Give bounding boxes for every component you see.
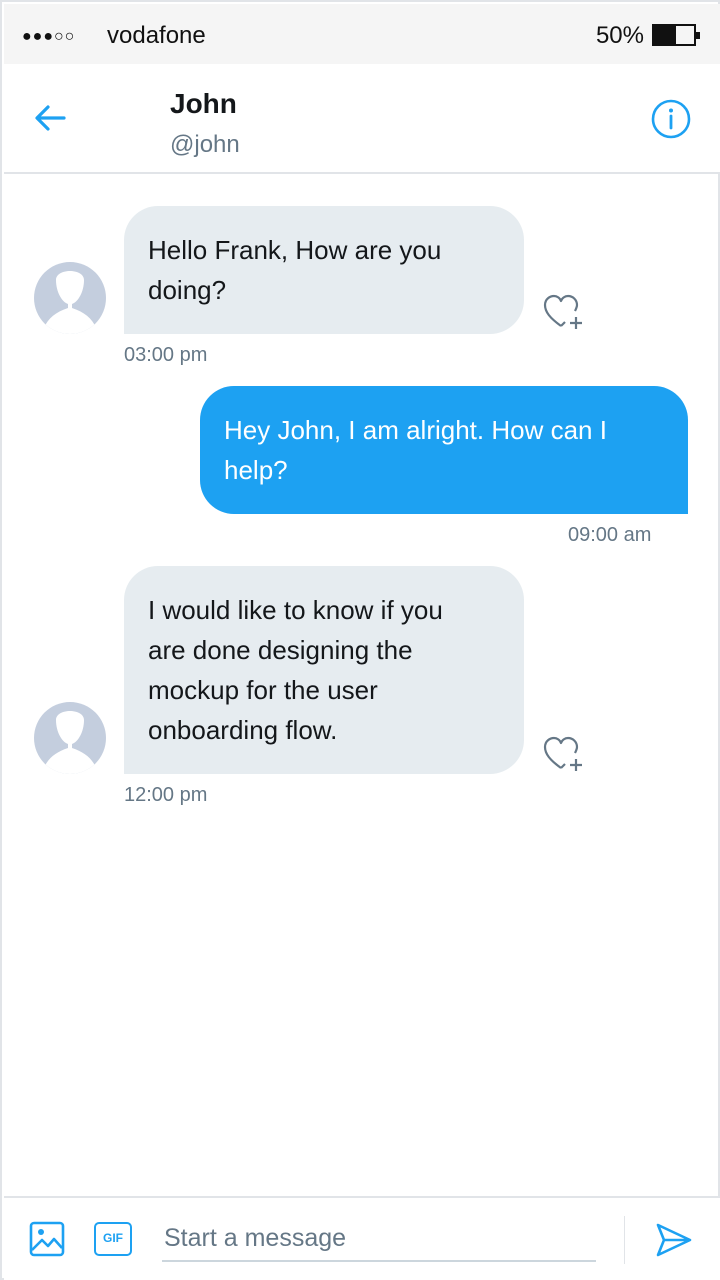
message-text-line: Hello Frank, How are you (148, 235, 442, 265)
avatar[interactable] (34, 702, 106, 774)
heart-plus-icon (543, 736, 582, 771)
message-text-line: mockup for the user (148, 675, 378, 705)
user-silhouette-icon (44, 711, 96, 774)
message-timestamp: 09:00 am (568, 524, 652, 546)
add-image-button[interactable] (28, 1220, 66, 1258)
battery-percent: 50% (595, 22, 644, 49)
signal-strength-icon: ●●●○○ (22, 24, 75, 50)
info-icon (651, 99, 691, 139)
message-input[interactable] (162, 1216, 596, 1262)
like-message-button[interactable] (542, 292, 584, 332)
contact-name: John (170, 88, 237, 119)
info-button[interactable] (650, 98, 692, 140)
incoming-message-bubble[interactable]: Hello Frank, How are you doing? (124, 206, 524, 334)
message-text-line: are done designing the (148, 635, 413, 665)
outgoing-message-bubble[interactable]: Hey John, I am alright. How can I help? (200, 386, 688, 514)
add-gif-button[interactable]: GIF (94, 1222, 132, 1256)
message-timestamp: 12:00 pm (124, 784, 208, 806)
battery-tip (696, 32, 700, 39)
phone-screen: ●●●○○ vodafone 50% John @john Hello Fran… (0, 0, 720, 1280)
composer-divider (624, 1216, 625, 1264)
back-button[interactable] (30, 98, 70, 138)
carrier-name: vodafone (107, 22, 206, 49)
user-silhouette-icon (44, 271, 96, 334)
arrow-left-icon (35, 105, 66, 131)
image-icon (29, 1221, 65, 1257)
message-text-line: help? (224, 455, 288, 485)
like-message-button[interactable] (542, 734, 584, 774)
battery-icon (652, 24, 700, 46)
message-text-line: onboarding flow. (148, 715, 338, 745)
send-button[interactable] (654, 1220, 694, 1260)
contact-handle: @john (170, 131, 240, 158)
message-text-line: I would like to know if you (148, 595, 443, 625)
message-text-line: Hey John, I am alright. How can I (224, 415, 607, 445)
conversation-header: John @john (4, 64, 720, 174)
send-icon (656, 1223, 692, 1257)
message-text-line: doing? (148, 275, 227, 305)
battery-level (654, 26, 676, 44)
avatar[interactable] (34, 262, 106, 334)
incoming-message-bubble[interactable]: I would like to know if you are done des… (124, 566, 524, 774)
message-timestamp: 03:00 pm (124, 344, 208, 366)
heart-plus-icon (543, 294, 582, 329)
message-composer: GIF (4, 1196, 720, 1280)
signal-dots: ●●●○○ (22, 28, 76, 45)
status-bar: ●●●○○ vodafone 50% (4, 4, 720, 64)
